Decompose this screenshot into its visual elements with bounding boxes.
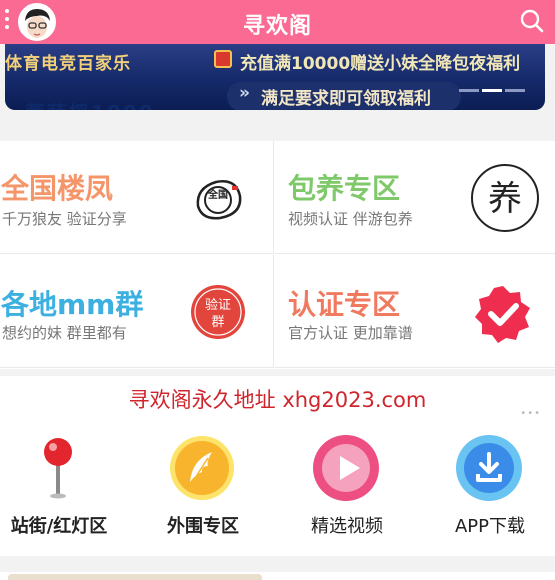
category-title: 认证专区: [288, 288, 401, 321]
quick-links: 站街/红灯区 外围专区 精选视频 APP下载: [0, 416, 555, 556]
promo-banner[interactable]: 体育电竞百家乐 充值满10000赠送小妹全降包夜福利 满足要求即可领取福利 菩萨…: [5, 44, 545, 110]
category-subtitle: 视频认证 伴游包养: [288, 210, 413, 228]
svg-text:验证: 验证: [205, 297, 231, 313]
quick-link-escort[interactable]: 外围专区: [134, 416, 272, 556]
category-title: 全国楼凤: [1, 172, 114, 205]
category-subtitle: 想约的妹 群里都有: [2, 324, 127, 342]
svg-text:全国: 全国: [207, 188, 228, 201]
permanent-address-notice: 寻欢阁永久地址 xhg2023.com: [128, 388, 427, 412]
category-grid: 全国楼凤 千万狼友 验证分享 全国 包养专区 视频认证 伴游包养 养 各地mm群…: [0, 141, 555, 369]
quick-link-label: APP下载: [454, 516, 526, 537]
category-card-sugar[interactable]: 包养专区 视频认证 伴游包养 养: [275, 141, 555, 254]
quick-link-videos[interactable]: 精选视频: [278, 416, 416, 556]
category-card-verified[interactable]: 认证专区 官方认证 更加靠谱: [275, 255, 555, 368]
svg-text:群: 群: [211, 315, 224, 330]
quick-link-street[interactable]: 站街/红灯区: [0, 416, 128, 556]
gift-icon: [214, 50, 232, 68]
category-subtitle: 千万狼友 验证分享: [2, 210, 127, 228]
announcement-bar[interactable]: 寻欢阁永久地址 xhg2023.com •••: [0, 376, 555, 419]
carousel-indicator[interactable]: [456, 77, 525, 96]
feather-icon: [168, 434, 236, 502]
play-icon: [312, 434, 380, 502]
seal-icon: 全国: [188, 168, 248, 228]
quick-link-app[interactable]: APP下载: [421, 416, 555, 556]
verified-group-icon: 验证 群: [188, 282, 248, 342]
page-title: 寻欢阁: [242, 14, 312, 39]
check-badge-icon: [473, 284, 533, 344]
search-icon[interactable]: [519, 8, 545, 34]
banner-line-1: 体育电竞百家乐: [5, 54, 131, 74]
yang-character-icon: 养: [470, 163, 540, 233]
category-subtitle: 官方认证 更加靠谱: [288, 324, 413, 342]
category-card-national[interactable]: 全国楼凤 千万狼友 验证分享 全国: [0, 141, 274, 254]
category-card-groups[interactable]: 各地mm群 想约的妹 群里都有 验证 群: [0, 255, 274, 368]
map-pin-icon: [24, 434, 92, 502]
next-section-preview: [0, 572, 555, 580]
quick-link-label: 站街/红灯区: [10, 516, 108, 537]
category-title: 各地mm群: [1, 288, 144, 321]
banner-cta[interactable]: 满足要求即可领取福利: [227, 82, 461, 110]
top-bar: 寻欢阁: [0, 0, 555, 44]
svg-text:养: 养: [488, 179, 522, 219]
download-icon: [455, 434, 523, 502]
banner-line-4: 菩萨摇1000: [25, 97, 155, 110]
category-title: 包养专区: [288, 172, 401, 205]
banner-line-2: 充值满10000赠送小妹全降包夜福利: [210, 49, 520, 74]
quick-link-label: 外围专区: [167, 516, 239, 537]
quick-link-label: 精选视频: [311, 516, 383, 537]
